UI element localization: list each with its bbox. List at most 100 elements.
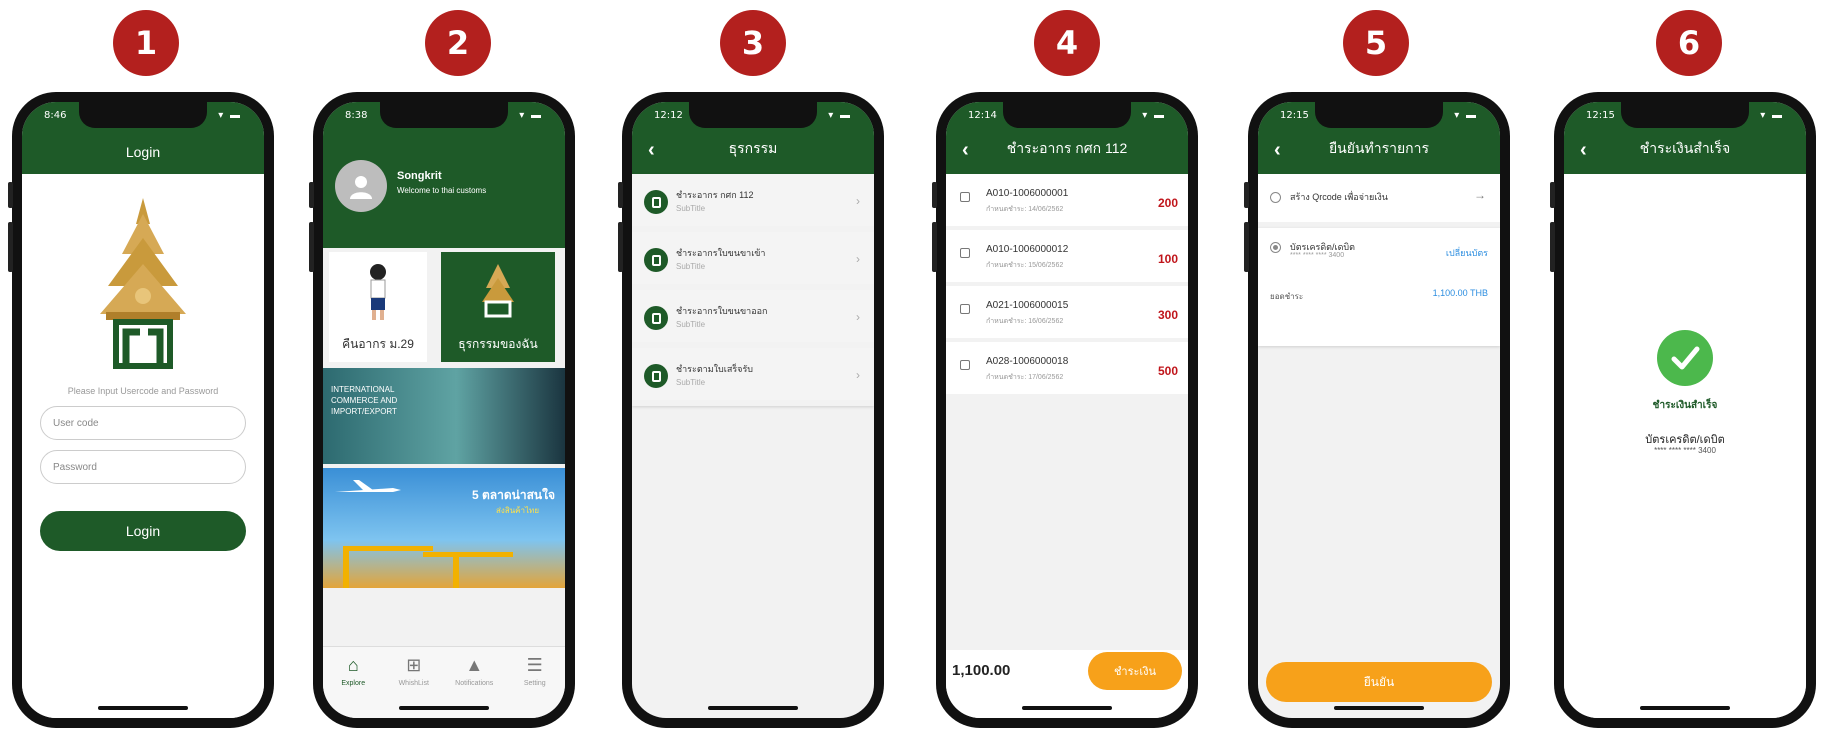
bills-screen: 12:14 ▾ ▬ ‹ ชำระอากร กศก 112 A010-1006000… [946, 102, 1188, 718]
card-radio[interactable] [1270, 242, 1281, 253]
user-icon [350, 176, 372, 199]
qr-option-label: สร้าง Qrcode เพื่อจ่ายเงิน [1290, 192, 1388, 202]
bill-due-date: กำหนดชำระ: 17/06/2562 [986, 374, 1064, 381]
tab-setting-label: Setting [523, 680, 546, 687]
tile-my-transactions-label: ธุรกรรมของฉัน [458, 337, 538, 351]
status-time: 12:15 [1280, 110, 1309, 121]
tab-wishlist-label: WhishList [398, 680, 429, 687]
password-input[interactable]: Password [40, 450, 246, 484]
customs-emblem-icon [482, 264, 514, 318]
status-icons: ▾ ▬ [828, 110, 852, 121]
success-label: ชำระเงินสำเร็จ [1652, 400, 1718, 411]
bill-row[interactable]: A021-1006000015 กำหนดชำระ: 16/06/2562 300 [946, 286, 1188, 342]
transactions-screen: 12:12 ▾ ▬ ‹ ธุรกรรม ชำระอากร กศก 112 SubTi… [632, 102, 874, 718]
tab-explore-label: Explore [341, 680, 366, 687]
login-button[interactable]: Login [40, 511, 246, 551]
menu-item-receipt-payment[interactable]: ชำระตามใบเสร็จรับ SubTitle › [632, 348, 874, 406]
login-screen: 8:46 ▾ ▬ Login Please Input Usercode and … [22, 102, 264, 718]
qr-radio[interactable] [1270, 192, 1281, 203]
checkbox[interactable] [960, 192, 970, 202]
document-icon [644, 248, 668, 272]
tab-setting[interactable]: ☰ Setting [505, 655, 566, 687]
tab-explore[interactable]: ⌂ Explore [323, 655, 384, 687]
bill-row[interactable]: A028-1006000018 กำหนดชำระ: 17/06/2562 500 [946, 342, 1188, 398]
menu-item-export-duty[interactable]: ชำระอากรใบขนขาออก SubTitle › [632, 290, 874, 348]
banner-text: INTERNATIONAL COMMERCE AND IMPORT/EXPORT [331, 385, 398, 416]
banner-subtitle: ส่งสินค้าไทย [496, 506, 539, 515]
step-badge-4: 4 [1034, 10, 1100, 76]
bill-code: A021-1006000015 [986, 300, 1069, 311]
tab-wishlist[interactable]: ⊞ WhishList [384, 655, 445, 687]
status-time: 12:14 [968, 110, 997, 121]
status-icons: ▾ ▬ [1454, 110, 1478, 121]
tile-duty-refund[interactable]: คืนอากร ม.29 [329, 252, 427, 362]
officer-icon [370, 264, 386, 320]
menu-item-subtitle: SubTitle [676, 320, 706, 329]
bill-row[interactable]: A010-1006000012 กำหนดชำระ: 15/06/2562 100 [946, 230, 1188, 286]
menu-item-duty-112[interactable]: ชำระอากร กศก 112 SubTitle › [632, 174, 874, 232]
phone-success: 12:15 ▾ ▬ ‹ ชำระเงินสำเร็จ ชำระเงินสำเร็จ… [1550, 92, 1816, 728]
bill-list: A010-1006000001 กำหนดชำระ: 14/06/2562 200 … [946, 174, 1188, 398]
bill-row[interactable]: A010-1006000001 กำหนดชำระ: 14/06/2562 200 [946, 174, 1188, 230]
chevron-right-icon: › [856, 368, 860, 382]
status-time: 8:46 [44, 110, 67, 121]
profile-subtitle: Welcome to thai customs [397, 186, 487, 195]
avatar[interactable] [335, 160, 387, 212]
phone-login: 8:46 ▾ ▬ Login Please Input Usercode and … [8, 92, 274, 728]
step-badge-2: 2 [425, 10, 491, 76]
checkmark-icon [1657, 330, 1713, 386]
arrow-right-icon: → [1474, 188, 1486, 202]
page-title: ชำระเงินสำเร็จ [1639, 140, 1731, 156]
chevron-right-icon: › [856, 310, 860, 324]
plus-icon: ⊞ [406, 655, 422, 675]
bill-due-date: กำหนดชำระ: 14/06/2562 [986, 206, 1064, 213]
status-time: 12:12 [654, 110, 683, 121]
page-title: ธุรกรรม [728, 140, 778, 156]
card-number: **** **** **** 3400 [1290, 252, 1345, 259]
banner-thai-export[interactable]: 5 ตลาดน่าสนใจ ส่งสินค้าไทย [323, 468, 565, 588]
total-label: ยอดชำระ [1270, 292, 1304, 301]
usercode-input[interactable]: User code [40, 406, 246, 440]
status-time: 8:38 [345, 110, 368, 121]
card-number: **** **** **** 3400 [1654, 446, 1716, 455]
card-option[interactable]: บัตรเครดิต/เดบิต **** **** **** 3400 เปล… [1258, 228, 1500, 346]
pay-button[interactable]: ชำระเงิน [1088, 652, 1182, 690]
home-icon: ⌂ [347, 655, 359, 675]
menu-item-subtitle: SubTitle [676, 378, 706, 387]
bill-amount: 200 [1157, 196, 1178, 210]
status-icons: ▾ ▬ [218, 110, 242, 121]
checkbox[interactable] [960, 360, 970, 370]
menu-item-subtitle: SubTitle [676, 262, 706, 271]
payment-total: 1,100.00 [952, 662, 1011, 679]
status-icons: ▾ ▬ [1760, 110, 1784, 121]
home-screen: 8:38 ▾ ▬ Songkrit Welcome to thai customs… [323, 102, 565, 718]
tab-notifications-label: Notifications [455, 680, 494, 687]
checkbox[interactable] [960, 248, 970, 258]
phone-transactions: 12:12 ▾ ▬ ‹ ธุรกรรม ชำระอากร กศก 112 SubTi… [618, 92, 884, 728]
phone-home: 8:38 ▾ ▬ Songkrit Welcome to thai customs… [309, 92, 575, 728]
chevron-right-icon: › [856, 194, 860, 208]
menu-item-title: ชำระตามใบเสร็จรับ [676, 364, 753, 374]
tile-my-transactions[interactable]: ธุรกรรมของฉัน [441, 252, 555, 362]
transaction-menu: ชำระอากร กศก 112 SubTitle › ชำระอากรใบขนขา… [632, 174, 874, 406]
step-badge-5: 5 [1343, 10, 1409, 76]
menu-item-import-duty[interactable]: ชำระอากรใบขนขาเข้า SubTitle › [632, 232, 874, 290]
status-icons: ▾ ▬ [519, 110, 543, 121]
status-icons: ▾ ▬ [1142, 110, 1166, 121]
confirm-button[interactable]: ยืนยัน [1266, 662, 1492, 702]
status-time: 12:15 [1586, 110, 1615, 121]
chevron-right-icon: › [856, 252, 860, 266]
qr-option[interactable]: สร้าง Qrcode เพื่อจ่ายเงิน → [1258, 174, 1500, 222]
bill-amount: 300 [1157, 308, 1178, 322]
bill-due-date: กำหนดชำระ: 16/06/2562 [986, 318, 1064, 325]
total-value: 1,100.00 THB [1432, 288, 1488, 298]
phone-bills: 12:14 ▾ ▬ ‹ ชำระอากร กศก 112 A010-1006000… [932, 92, 1198, 728]
step-badge-6: 6 [1656, 10, 1722, 76]
change-card-link[interactable]: เปลี่ยนบัตร [1446, 246, 1488, 260]
document-icon [644, 306, 668, 330]
checkbox[interactable] [960, 304, 970, 314]
page-title: ยืนยันทำรายการ [1328, 140, 1430, 156]
tab-notifications[interactable]: ▲ Notifications [444, 655, 505, 687]
banner-international-commerce[interactable]: INTERNATIONAL COMMERCE AND IMPORT/EXPORT [323, 368, 565, 464]
bill-amount: 500 [1157, 364, 1178, 378]
